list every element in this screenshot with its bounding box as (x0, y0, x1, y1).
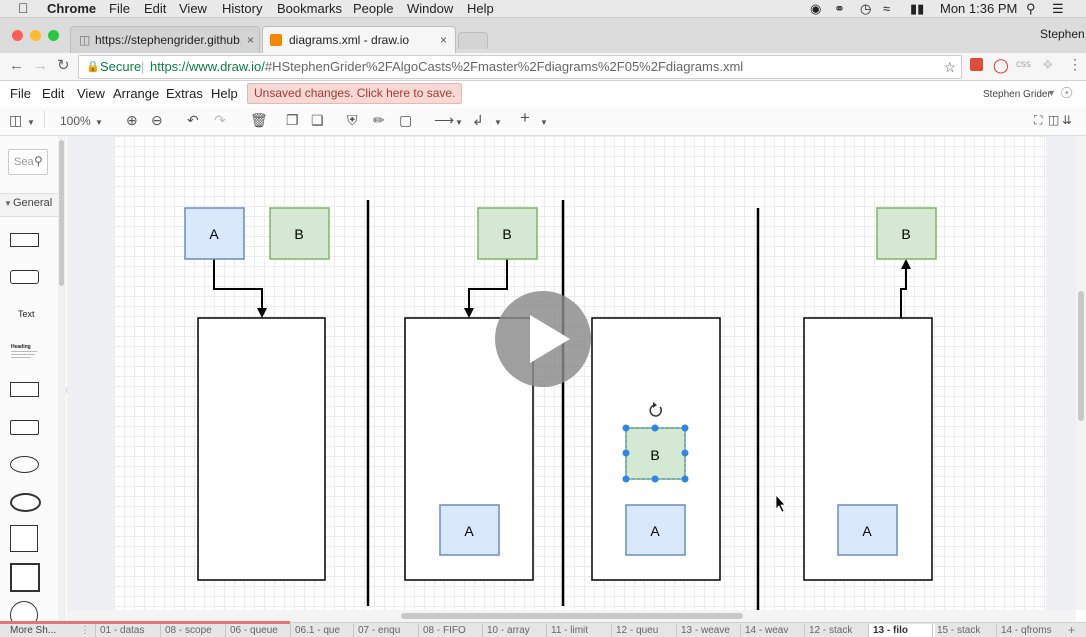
box-b-label: B (650, 447, 659, 463)
page-tab[interactable]: 08 - scope (160, 624, 227, 637)
page-tab[interactable]: 06 - queue (225, 624, 292, 637)
page-tab[interactable]: 11 - limit (546, 624, 613, 637)
box-a-label: A (464, 523, 474, 539)
page-menu-icon[interactable]: ⋮ (76, 624, 94, 637)
box-b-label: B (502, 226, 511, 242)
box-b[interactable]: B (477, 207, 538, 260)
page-tab[interactable]: 13 - weave (676, 624, 743, 637)
box-a[interactable]: A (184, 207, 245, 260)
video-play-overlay[interactable] (495, 291, 591, 387)
box-b-selected[interactable]: B (625, 427, 686, 480)
page-tab[interactable]: 12 - queu (611, 624, 678, 637)
page-tab[interactable]: 06.1 - que (290, 624, 357, 637)
add-page-icon[interactable]: + (1064, 624, 1079, 637)
page-tab[interactable]: 08 - FIFO (418, 624, 485, 637)
box-b[interactable]: B (876, 207, 937, 260)
more-shapes-button[interactable]: More Sh... (6, 624, 60, 637)
page-tabs-bar: More Sh... ⋮ 01 - datas 08 - scope 06 - … (0, 621, 1086, 637)
box-a[interactable]: A (625, 504, 686, 556)
connector-arrow[interactable] (464, 259, 508, 318)
box-a-label: A (209, 226, 219, 242)
box-a-label: A (650, 523, 660, 539)
page-tab[interactable]: 01 - datas (95, 624, 162, 637)
mouse-cursor-icon (775, 493, 786, 513)
box-a[interactable]: A (439, 504, 500, 556)
diagram-svg: A A A A B B B B (184, 200, 937, 610)
box-b[interactable]: B (269, 207, 330, 260)
box-b-label: B (901, 226, 910, 242)
page-tab[interactable]: 10 - array (482, 624, 549, 637)
box-a[interactable]: A (837, 504, 898, 556)
page-tab[interactable]: 15 - stack (932, 624, 999, 637)
connector-arrow[interactable] (213, 259, 267, 318)
page-tab[interactable]: 14 - weav (740, 624, 807, 637)
page-tab-selected[interactable]: 13 - filo (868, 624, 935, 637)
page-tab[interactable]: 14 - qfroms (996, 624, 1063, 637)
stack-container[interactable] (197, 317, 326, 581)
page-tab[interactable]: 12 - stack (804, 624, 871, 637)
page-tab[interactable]: 07 - enqu (353, 624, 420, 637)
connector-arrow[interactable] (900, 259, 911, 318)
box-b-label: B (294, 226, 303, 242)
box-a-label: A (862, 523, 872, 539)
